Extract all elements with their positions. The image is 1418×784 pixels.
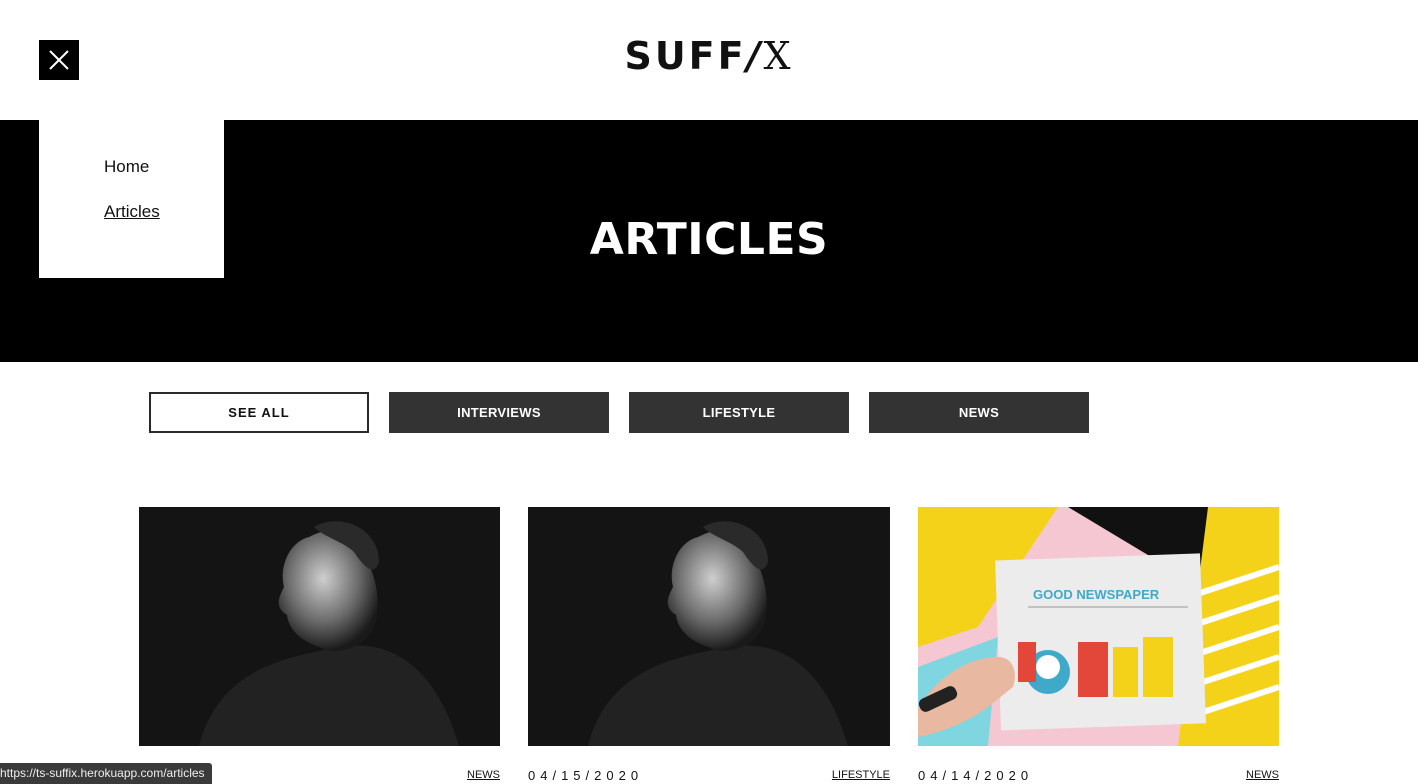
article-tag[interactable]: NEWS <box>1246 769 1279 781</box>
article-card[interactable]: 04/15/2020 LIFESTYLE <box>528 507 890 784</box>
newspaper-headline: GOOD NEWSPAPER <box>1033 587 1160 602</box>
article-image[interactable] <box>528 507 890 746</box>
article-tag[interactable]: LIFESTYLE <box>832 769 890 781</box>
link-status-bar: https://ts-suffix.herokuapp.com/articles <box>0 763 212 784</box>
article-image[interactable]: GOOD NEWSPAPER <box>918 507 1279 746</box>
menu-item-home[interactable]: Home <box>104 156 224 178</box>
page-title: ARTICLES <box>589 213 829 265</box>
article-card[interactable]: 020 NEWS <box>139 507 500 784</box>
article-image[interactable] <box>139 507 500 746</box>
article-card[interactable]: GOOD NEWSPAPER 04/14/2020 NEWS <box>918 507 1279 784</box>
filter-news-button[interactable]: NEWS <box>869 392 1089 433</box>
site-logo[interactable]: SUFF/X <box>0 34 1418 78</box>
filter-lifestyle-button[interactable]: LIFESTYLE <box>629 392 849 433</box>
nav-menu: Home Articles <box>39 100 224 278</box>
menu-item-articles[interactable]: Articles <box>104 201 224 223</box>
filter-see-all-button[interactable]: SEE ALL <box>149 392 369 433</box>
category-filters: SEE ALL INTERVIEWS LIFESTYLE NEWS <box>149 392 1089 433</box>
article-tag[interactable]: NEWS <box>467 769 500 781</box>
article-date: 04/15/2020 <box>528 768 644 783</box>
article-date: 04/14/2020 <box>918 768 1034 783</box>
filter-interviews-button[interactable]: INTERVIEWS <box>389 392 609 433</box>
